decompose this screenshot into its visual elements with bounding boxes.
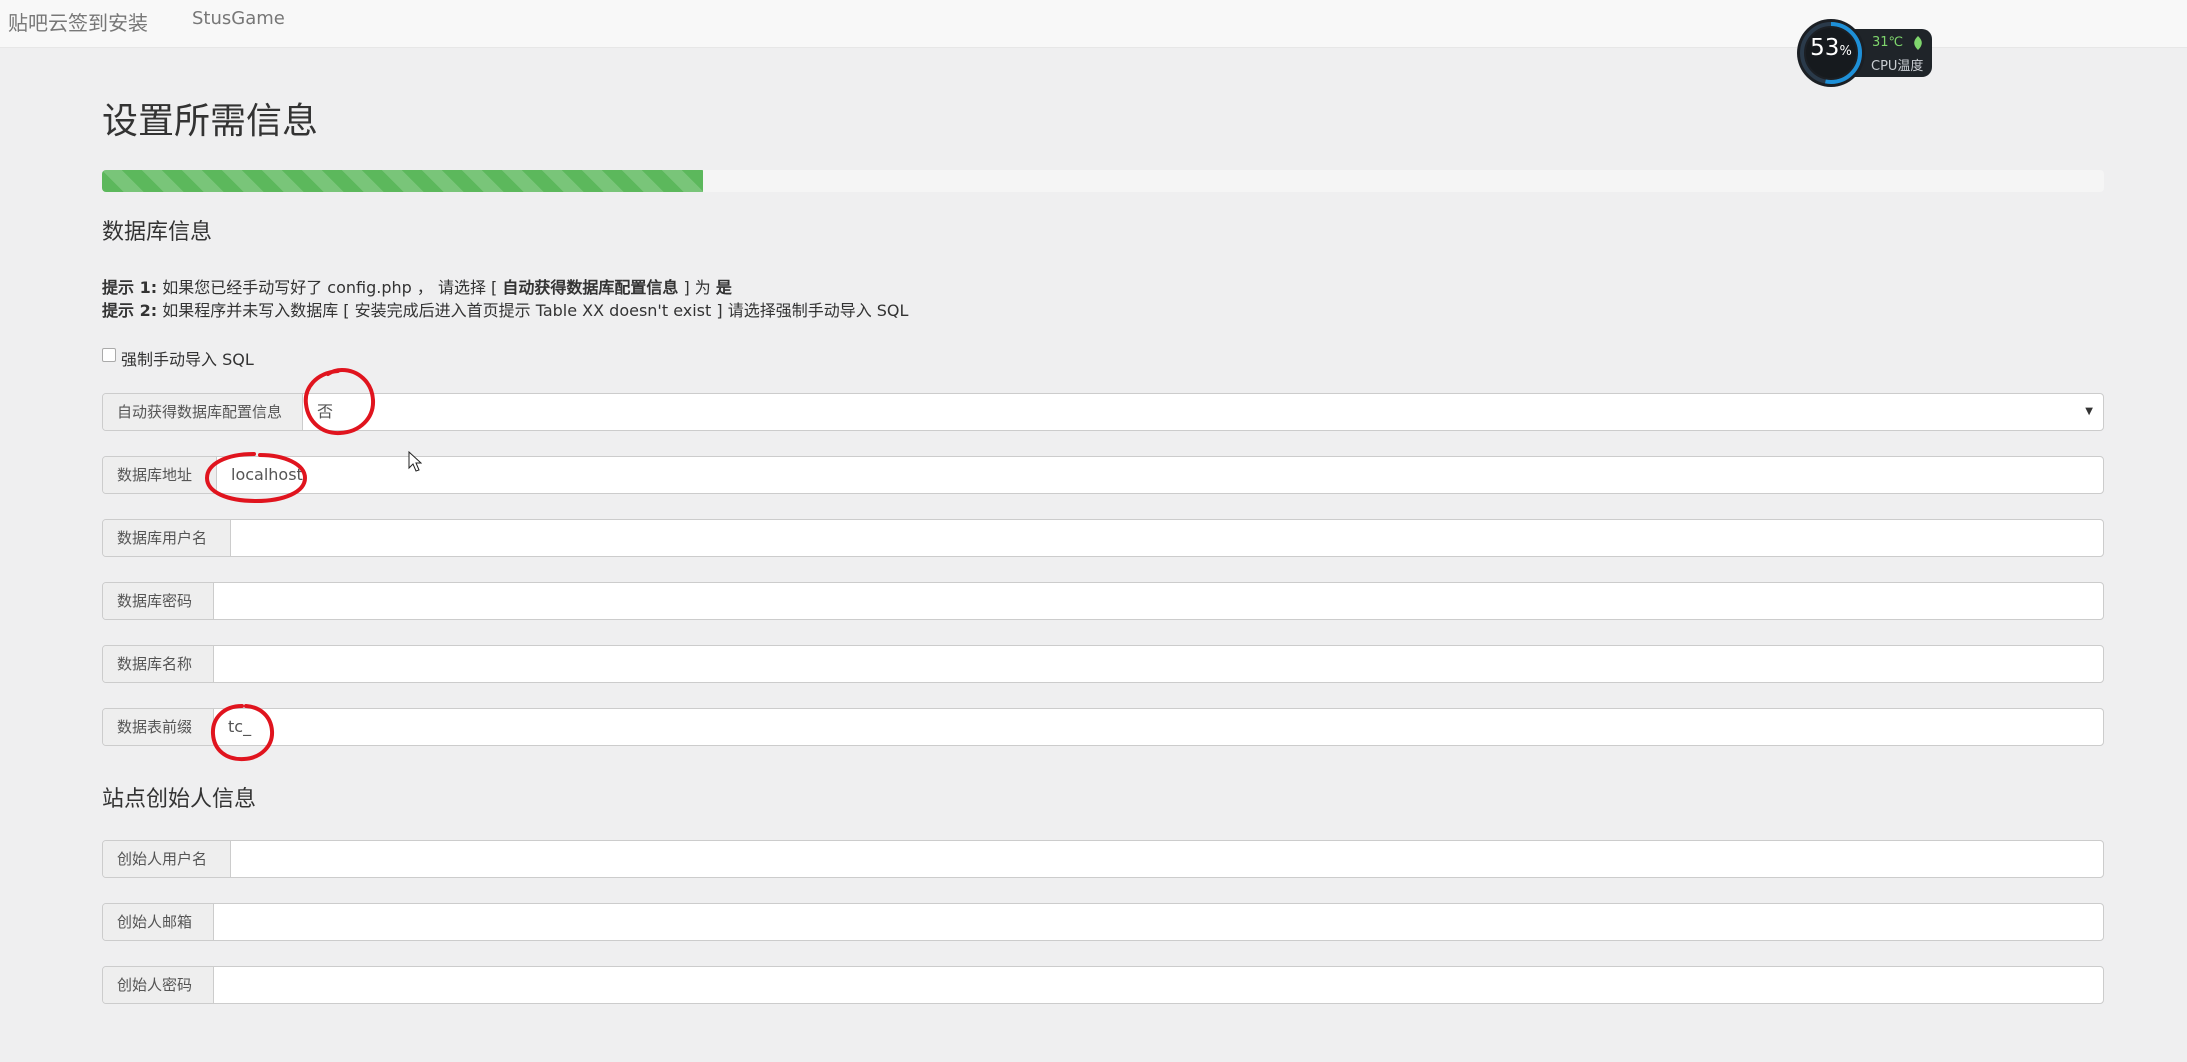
auto-config-label: 自动获得数据库配置信息 bbox=[103, 394, 303, 430]
founder-email-input[interactable] bbox=[214, 904, 2103, 940]
force-sql-label: 强制手动导入 SQL bbox=[121, 350, 254, 369]
founder-section-title: 站点创始人信息 bbox=[102, 787, 257, 812]
db-user-label: 数据库用户名 bbox=[103, 520, 231, 556]
install-progress-bar bbox=[102, 170, 703, 192]
tip-2: 提示 2: 如果程序并未写入数据库 [ 安装完成后进入首页提示 Table XX… bbox=[102, 297, 908, 321]
founder-email-group: 创始人邮箱 bbox=[102, 903, 2104, 941]
db-prefix-input[interactable]: tc_ bbox=[214, 709, 2103, 745]
cpu-temperature-label: CPU温度 bbox=[1871, 59, 1924, 74]
founder-email-label: 创始人邮箱 bbox=[103, 904, 214, 940]
db-user-group: 数据库用户名 bbox=[102, 519, 2104, 557]
founder-username-label: 创始人用户名 bbox=[103, 841, 231, 877]
nav-link-stusgame[interactable]: StusGame bbox=[192, 8, 285, 29]
founder-password-group: 创始人密码 bbox=[102, 966, 2104, 1004]
tip-1-option-name: 自动获得数据库配置信息 bbox=[502, 278, 679, 297]
database-section-title: 数据库信息 bbox=[102, 220, 213, 245]
db-password-input[interactable] bbox=[214, 583, 2103, 619]
db-name-input[interactable] bbox=[214, 646, 2103, 682]
navbar-brand[interactable]: 贴吧云签到安装 bbox=[8, 7, 148, 36]
cpu-monitor-widget[interactable]: 31℃ CPU温度 53% bbox=[1796, 18, 1934, 88]
tip-2-text: 如果程序并未写入数据库 [ 安装完成后进入首页提示 Table XX doesn… bbox=[157, 301, 909, 320]
force-sql-checkbox[interactable] bbox=[102, 348, 116, 362]
page-title: 设置所需信息 bbox=[102, 101, 319, 142]
founder-username-input[interactable] bbox=[231, 841, 2103, 877]
tip-1-label: 提示 1: bbox=[102, 278, 158, 297]
tip-1: 提示 1: 如果您已经手动写好了 config.php ， 请选择 [ 自动获得… bbox=[102, 274, 732, 298]
db-password-group: 数据库密码 bbox=[102, 582, 2104, 620]
cpu-usage-percent: 53% bbox=[1808, 35, 1854, 61]
tip-2-label: 提示 2: bbox=[102, 301, 158, 320]
db-prefix-group: 数据表前缀 tc_ bbox=[102, 708, 2104, 746]
db-user-input[interactable] bbox=[231, 520, 2103, 556]
leaf-icon bbox=[1914, 36, 1922, 50]
founder-username-group: 创始人用户名 bbox=[102, 840, 2104, 878]
mouse-cursor-icon bbox=[408, 451, 422, 472]
chevron-down-icon[interactable]: ▼ bbox=[2085, 394, 2093, 430]
db-name-label: 数据库名称 bbox=[103, 646, 214, 682]
db-host-group: 数据库地址 localhost bbox=[102, 456, 2104, 494]
db-host-label: 数据库地址 bbox=[103, 457, 217, 493]
install-progress bbox=[102, 170, 2104, 192]
db-name-group: 数据库名称 bbox=[102, 645, 2104, 683]
cpu-usage-value: 53 bbox=[1810, 35, 1840, 61]
cpu-usage-unit: % bbox=[1839, 44, 1852, 59]
cpu-temperature: 31℃ bbox=[1872, 35, 1904, 50]
founder-password-label: 创始人密码 bbox=[103, 967, 214, 1003]
auto-config-select[interactable]: 否 bbox=[303, 394, 2103, 430]
auto-config-select-group: 自动获得数据库配置信息 否 ▼ bbox=[102, 393, 2104, 431]
db-prefix-label: 数据表前缀 bbox=[103, 709, 214, 745]
tip-1-text-c: ] 为 bbox=[678, 278, 716, 297]
db-password-label: 数据库密码 bbox=[103, 583, 214, 619]
founder-password-input[interactable] bbox=[214, 967, 2103, 1003]
tip-1-option-value: 是 bbox=[715, 278, 732, 297]
tip-1-text-a: 如果您已经手动写好了 config.php ， 请选择 [ bbox=[157, 278, 503, 297]
db-host-input[interactable]: localhost bbox=[217, 457, 2103, 493]
